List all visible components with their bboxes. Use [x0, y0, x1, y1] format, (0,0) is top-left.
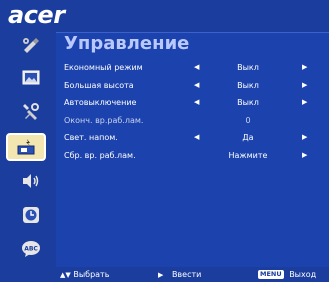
image-icon [22, 70, 40, 85]
setting-label: Оконч. вр.раб.лам. [64, 115, 144, 125]
setting-label: Свет. напом. [64, 133, 118, 142]
setting-value: Выкл [237, 98, 259, 107]
right-arrow-icon[interactable]: ▶ [302, 77, 307, 95]
exit-label: Выход [289, 270, 317, 279]
panel-title: Управление [64, 33, 190, 54]
enter-label: Ввести [171, 270, 202, 279]
tab-language[interactable]: ABC [16, 236, 46, 262]
tab-audio[interactable] [16, 168, 46, 194]
play-arrow-icon: ▶ [158, 271, 164, 279]
right-arrow-icon[interactable]: ▶ [302, 94, 307, 112]
right-arrow-icon[interactable]: ▶ [302, 59, 307, 77]
management-panel: Управление Економный режим ◀ Выкл ▶ Боль… [56, 32, 329, 268]
tab-column: ABC [0, 32, 58, 267]
settings-icon [23, 103, 39, 120]
setting-high-altitude[interactable]: Большая высота ◀ Выкл ▶ [56, 77, 329, 95]
setting-value: 0 [245, 115, 251, 125]
setting-eco-mode[interactable]: Економный режим ◀ Выкл ▶ [56, 59, 329, 77]
svg-text:ABC: ABC [24, 246, 38, 253]
right-arrow-icon[interactable]: ▶ [302, 147, 307, 165]
settings-list: Економный режим ◀ Выкл ▶ Большая высота … [56, 59, 329, 164]
setting-lamp-reminder[interactable]: Свет. напом. ◀ Да ▶ [56, 129, 329, 147]
select-label: Выбрать [73, 270, 110, 279]
bottom-hint-bar: ▲▼ Выбрать ▶ Ввести MENU Выход [0, 267, 329, 282]
left-arrow-icon[interactable]: ◀ [194, 94, 199, 112]
setting-value: Да [242, 133, 254, 142]
setting-lamp-hour-reset[interactable]: Сбр. вр. раб.лам. Нажмите ▶ [56, 147, 329, 165]
setting-value: Выкл [237, 80, 259, 90]
setting-label: Автовыключение [64, 98, 137, 107]
left-arrow-icon[interactable]: ◀ [194, 59, 199, 77]
setting-value: Нажмите [228, 150, 268, 160]
tab-image[interactable] [16, 65, 46, 91]
menu-key-badge: MENU [258, 270, 284, 279]
left-arrow-icon[interactable]: ◀ [194, 77, 199, 95]
tab-management[interactable] [6, 133, 46, 161]
right-arrow-icon[interactable]: ▶ [302, 129, 307, 147]
tab-timer[interactable] [16, 202, 46, 228]
tab-settings[interactable] [16, 99, 46, 125]
acer-logo: acer [8, 1, 65, 29]
exit-hint: MENU Выход [258, 267, 316, 282]
up-down-arrows-icon: ▲▼ [60, 271, 71, 279]
enter-hint: ▶ Ввести [158, 267, 201, 282]
lamp-management-icon [17, 139, 35, 155]
setting-label: Большая высота [64, 80, 134, 90]
language-abc-icon: ABC [22, 241, 40, 257]
setting-lamp-hours: Оконч. вр.раб.лам. 0 [56, 112, 329, 130]
left-arrow-icon[interactable]: ◀ [194, 129, 199, 147]
speaker-icon [23, 174, 39, 188]
color-tools-icon [23, 38, 39, 53]
setting-value: Выкл [237, 63, 259, 72]
setting-label: Економный режим [64, 63, 143, 72]
setting-auto-shutdown[interactable]: Автовыключение ◀ Выкл ▶ [56, 94, 329, 112]
select-hint: ▲▼ Выбрать [60, 267, 109, 282]
tab-color[interactable] [16, 32, 46, 58]
setting-label: Сбр. вр. раб.лам. [64, 150, 136, 160]
timer-icon [23, 207, 39, 223]
osd-menu: acer ABC Управление Економный режим ◀ Вы… [0, 0, 329, 282]
